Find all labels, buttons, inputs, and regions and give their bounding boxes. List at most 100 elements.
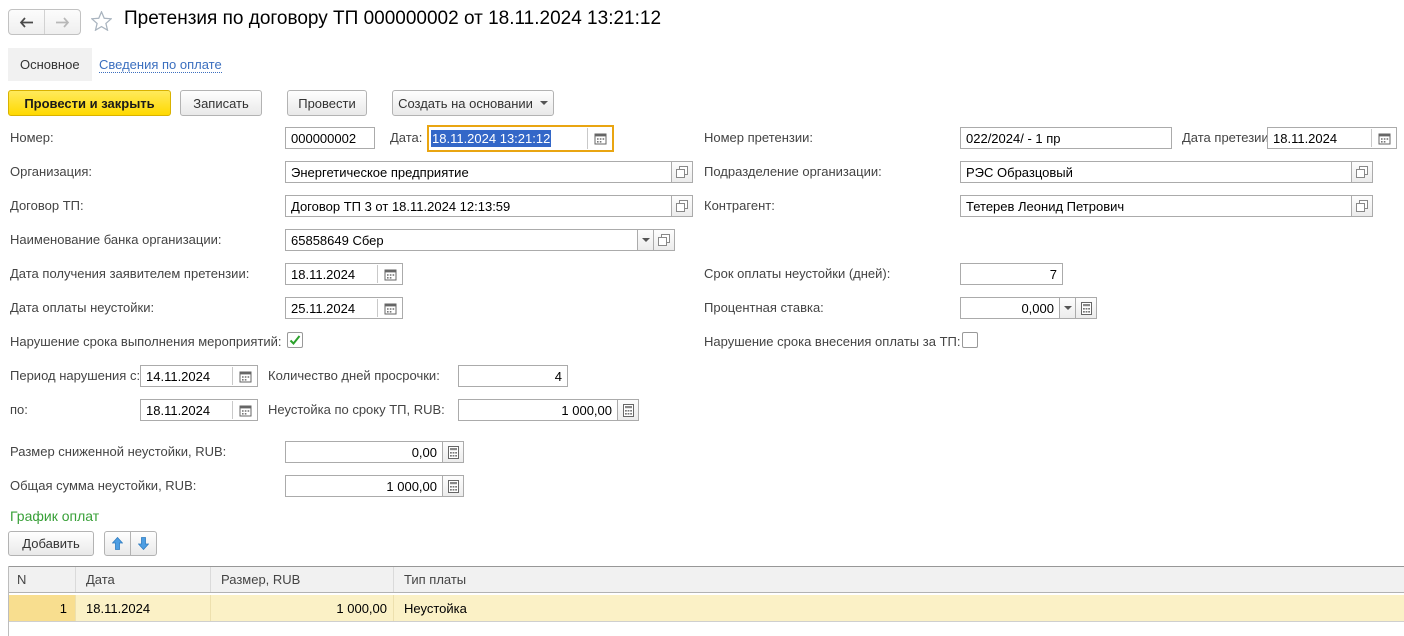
violation-period-to-value: 18.11.2024: [141, 400, 232, 420]
back-button[interactable]: [9, 10, 44, 34]
forward-button[interactable]: [44, 10, 80, 34]
overdue-days-label: Количество дней просрочки:: [268, 368, 440, 384]
milestone-violation-label: Нарушение срока выполнения мероприятий:: [10, 334, 282, 350]
violation-period-from-value: 14.11.2024: [141, 366, 232, 386]
tab-main[interactable]: Основное: [8, 48, 92, 81]
cell-row-number[interactable]: 1: [9, 595, 76, 621]
reduced-penalty-amount-label: Размер сниженной неустойки, RUB:: [10, 444, 226, 460]
choose-icon[interactable]: [1351, 195, 1373, 217]
claim-received-date-value: 18.11.2024: [286, 264, 377, 284]
move-up-button[interactable]: [104, 531, 131, 556]
favorite-star-icon[interactable]: [91, 11, 112, 34]
calendar-icon[interactable]: [378, 264, 402, 284]
penalty-tp-amount-input[interactable]: 1 000,00: [458, 399, 618, 421]
column-header-amount[interactable]: Размер, RUB: [211, 567, 394, 592]
claim-number-input[interactable]: 022/2024/ - 1 пр: [960, 127, 1172, 149]
claim-received-date-label: Дата получения заявителем претензии:: [10, 266, 249, 282]
cell-date[interactable]: 18.11.2024: [76, 595, 211, 621]
penalty-due-days-label: Срок оплаты неустойки (дней):: [704, 266, 890, 282]
overdue-days-input[interactable]: 4: [458, 365, 568, 387]
payment-schedule-table: N Дата Размер, RUB Тип платы 1 18.11.202…: [8, 566, 1404, 636]
total-penalty-amount-input[interactable]: 1 000,00: [285, 475, 443, 497]
column-header-date[interactable]: Дата: [76, 567, 211, 592]
arrow-left-icon: [19, 17, 34, 28]
claim-date-label: Дата претезии:: [1182, 130, 1272, 146]
penalty-pay-date-value: 25.11.2024: [286, 298, 377, 318]
blue-arrow-up-icon: [112, 537, 123, 550]
calculator-icon[interactable]: [442, 441, 464, 463]
violation-period-to-input[interactable]: 18.11.2024: [140, 399, 258, 421]
cell-pay-type[interactable]: Неустойка: [394, 595, 1404, 621]
contract-tp-input[interactable]: Договор ТП 3 от 18.11.2024 12:13:59: [285, 195, 672, 217]
selected-date-text: 18.11.2024 13:21:12: [431, 130, 551, 147]
penalty-pay-date-input[interactable]: 25.11.2024: [285, 297, 403, 319]
claim-received-date-input[interactable]: 18.11.2024: [285, 263, 403, 285]
payment-schedule-title: График оплат: [10, 508, 99, 524]
violation-period-from-input[interactable]: 14.11.2024: [140, 365, 258, 387]
calendar-icon[interactable]: [1372, 128, 1396, 148]
table-row[interactable]: 1 18.11.2024 1 000,00 Неустойка: [9, 595, 1404, 622]
calendar-icon[interactable]: [233, 366, 257, 386]
dropdown-button[interactable]: [1059, 297, 1076, 319]
counterparty-input[interactable]: Тетерев Леонид Петрович: [960, 195, 1352, 217]
calendar-icon[interactable]: [233, 400, 257, 420]
organization-input[interactable]: Энергетическое предприятие: [285, 161, 672, 183]
violation-period-to-label: по:: [10, 402, 28, 418]
org-department-input[interactable]: РЭС Образцовый: [960, 161, 1352, 183]
claim-date-input[interactable]: 18.11.2024: [1267, 127, 1397, 149]
calendar-icon[interactable]: [378, 298, 402, 318]
org-bank-name-label: Наименование банка организации:: [10, 232, 221, 248]
caret-down-icon: [540, 101, 548, 105]
reduced-penalty-amount-input[interactable]: 0,00: [285, 441, 443, 463]
choose-icon[interactable]: [671, 195, 693, 217]
blue-arrow-down-icon: [138, 537, 149, 550]
create-based-on-label: Создать на основании: [398, 96, 533, 111]
move-row-buttons: [104, 531, 157, 556]
column-header-n[interactable]: N: [9, 567, 76, 592]
org-department-label: Подразделение организации:: [704, 164, 882, 180]
caret-down-icon: [1064, 306, 1072, 310]
calculator-icon[interactable]: [617, 399, 639, 421]
org-bank-name-input[interactable]: 65858649 Сбер: [285, 229, 638, 251]
tp-payment-violation-label: Нарушение срока внесения оплаты за ТП:: [704, 334, 960, 350]
contract-tp-label: Договор ТП:: [10, 198, 84, 214]
penalty-due-days-input[interactable]: 7: [960, 263, 1063, 285]
check-icon: [289, 335, 301, 346]
date-label: Дата:: [390, 130, 422, 146]
interest-rate-label: Процентная ставка:: [704, 300, 824, 316]
choose-icon[interactable]: [1351, 161, 1373, 183]
choose-icon[interactable]: [671, 161, 693, 183]
tp-payment-violation-checkbox[interactable]: [962, 332, 978, 348]
date-input[interactable]: 18.11.2024 13:21:12: [427, 125, 614, 152]
penalty-tp-amount-label: Неустойка по сроку ТП, RUB:: [268, 402, 445, 418]
post-and-close-button[interactable]: Провести и закрыть: [8, 90, 171, 116]
page-title: Претензия по договору ТП 000000002 от 18…: [124, 8, 661, 30]
penalty-pay-date-label: Дата оплаты неустойки:: [10, 300, 154, 316]
move-down-button[interactable]: [130, 531, 157, 556]
calendar-icon[interactable]: [588, 127, 612, 150]
number-label: Номер:: [10, 130, 54, 146]
arrow-right-icon: [55, 17, 70, 28]
nav-history-buttons: [8, 9, 81, 35]
cell-amount[interactable]: 1 000,00: [211, 595, 394, 621]
total-penalty-amount-label: Общая сумма неустойки, RUB:: [10, 478, 196, 494]
table-header-row: N Дата Размер, RUB Тип платы: [9, 566, 1404, 593]
milestone-violation-checkbox[interactable]: [287, 332, 303, 348]
post-button[interactable]: Провести: [287, 90, 367, 116]
claim-document-window: Претензия по договору ТП 000000002 от 18…: [0, 0, 1404, 636]
number-input[interactable]: 000000002: [285, 127, 375, 149]
calculator-icon[interactable]: [442, 475, 464, 497]
choose-icon[interactable]: [653, 229, 675, 251]
create-based-on-button[interactable]: Создать на основании: [392, 90, 554, 116]
counterparty-label: Контрагент:: [704, 198, 775, 214]
write-button[interactable]: Записать: [180, 90, 262, 116]
tab-payment-info[interactable]: Сведения по оплате: [99, 57, 222, 73]
interest-rate-input[interactable]: 0,000: [960, 297, 1060, 319]
calculator-icon[interactable]: [1075, 297, 1097, 319]
caret-down-icon: [642, 238, 650, 242]
dropdown-button[interactable]: [637, 229, 654, 251]
add-row-button[interactable]: Добавить: [8, 531, 94, 556]
claim-number-label: Номер претензии:: [704, 130, 813, 146]
claim-date-value: 18.11.2024: [1268, 128, 1371, 148]
column-header-pay-type[interactable]: Тип платы: [394, 567, 1404, 592]
